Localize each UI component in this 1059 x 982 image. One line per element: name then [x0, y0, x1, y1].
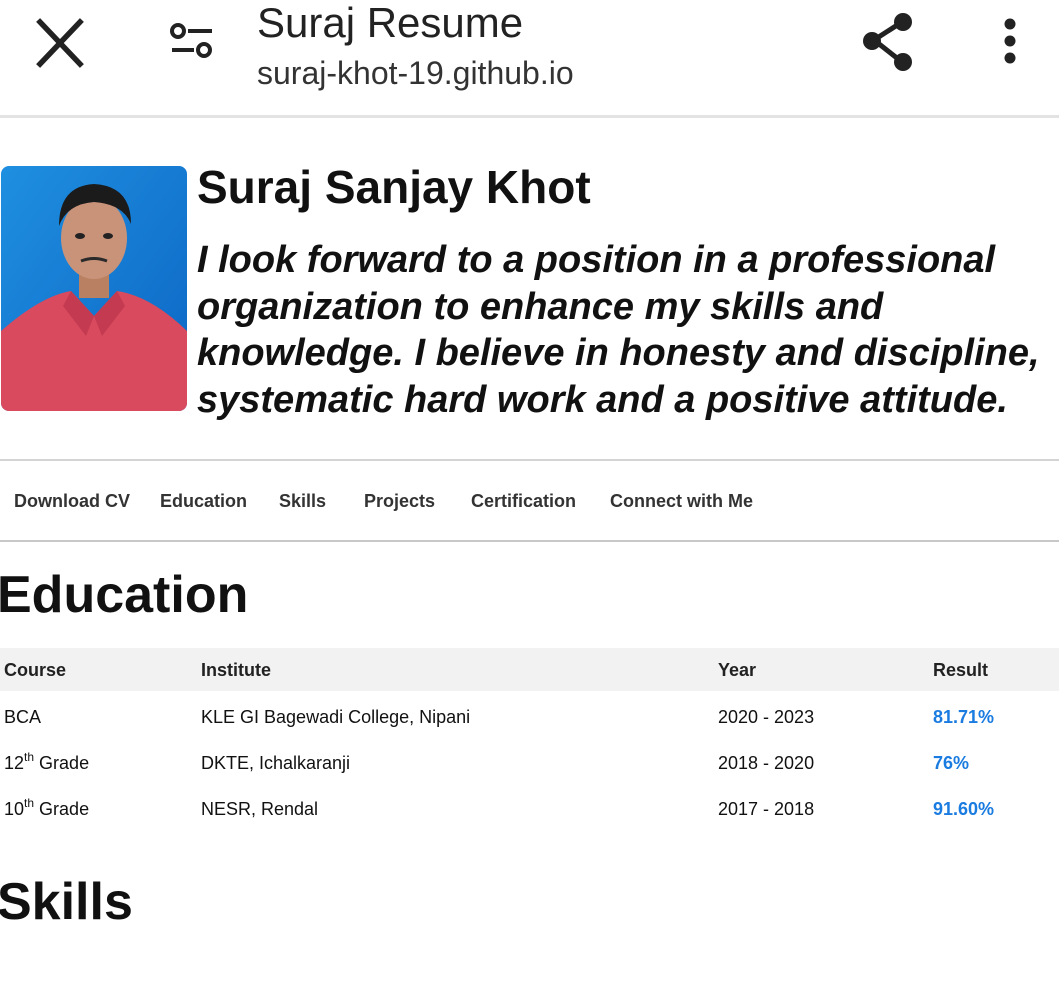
table-row: BCA KLE GI Bagewadi College, Nipani 2020… [0, 691, 1059, 737]
more-vert-icon[interactable] [994, 14, 1026, 70]
profile-tagline: I look forward to a position in a profes… [197, 239, 1040, 421]
table-header: Course Institute Year Result [0, 648, 1059, 691]
year-cell: 2018 - 2020 [718, 753, 815, 773]
browser-top-bar: Suraj Resume suraj-khot-19.github.io [0, 0, 1059, 118]
course-number: 12 [4, 753, 25, 773]
institute-cell: NESR, Rendal [201, 799, 319, 819]
course-suffix: Grade [34, 753, 90, 773]
course-suffix: Grade [34, 799, 90, 819]
institute-cell: KLE GI Bagewadi College, Nipani [201, 707, 471, 727]
header-year: Year [718, 660, 757, 680]
course-number: 10 [4, 799, 25, 819]
nav-connect[interactable]: Connect with Me [610, 491, 753, 512]
close-icon[interactable] [30, 14, 90, 72]
nav-projects[interactable]: Projects [364, 491, 435, 512]
course-suffix-sup: th [24, 796, 35, 810]
course-cell: 10th Grade [4, 796, 90, 820]
course-suffix-sup: th [24, 750, 35, 764]
table-row: 10th Grade NESR, Rendal 2017 - 2018 91.6… [0, 783, 1059, 829]
header-institute: Institute [201, 660, 271, 680]
page-url[interactable]: suraj-khot-19.github.io [257, 54, 574, 92]
profile-name: Suraj Sanjay Khot [197, 161, 591, 213]
tune-icon[interactable] [166, 18, 218, 66]
education-heading: Education [0, 566, 249, 624]
skills-heading: Skills [0, 873, 133, 931]
year-cell: 2017 - 2018 [718, 799, 815, 819]
course-name: BCA [4, 707, 42, 727]
header-result: Result [933, 660, 989, 680]
year-cell: 2020 - 2023 [718, 707, 815, 727]
section-nav: Download CV Education Skills Projects Ce… [0, 461, 1059, 541]
profile-header: Suraj Sanjay Khot I look forward to a po… [0, 121, 1059, 459]
nav-skills[interactable]: Skills [279, 491, 326, 512]
result-cell: 91.60% [933, 799, 995, 819]
header-course: Course [4, 660, 67, 680]
nav-download-cv[interactable]: Download CV [14, 491, 130, 512]
course-cell: BCA [4, 707, 41, 728]
table-row: 12th Grade DKTE, Ichalkaranji 2018 - 202… [0, 737, 1059, 783]
profile-photo [1, 166, 187, 411]
nav-certification[interactable]: Certification [471, 491, 576, 512]
divider [0, 540, 1059, 542]
result-cell: 81.71% [933, 707, 995, 727]
page-title: Suraj Resume [257, 0, 524, 46]
share-icon[interactable] [858, 10, 918, 74]
education-table: Course Institute Year Result BCA KLE GI … [0, 648, 1059, 829]
result-cell: 76% [933, 753, 970, 773]
nav-education[interactable]: Education [160, 491, 247, 512]
course-cell: 12th Grade [4, 750, 90, 774]
institute-cell: DKTE, Ichalkaranji [201, 753, 351, 773]
